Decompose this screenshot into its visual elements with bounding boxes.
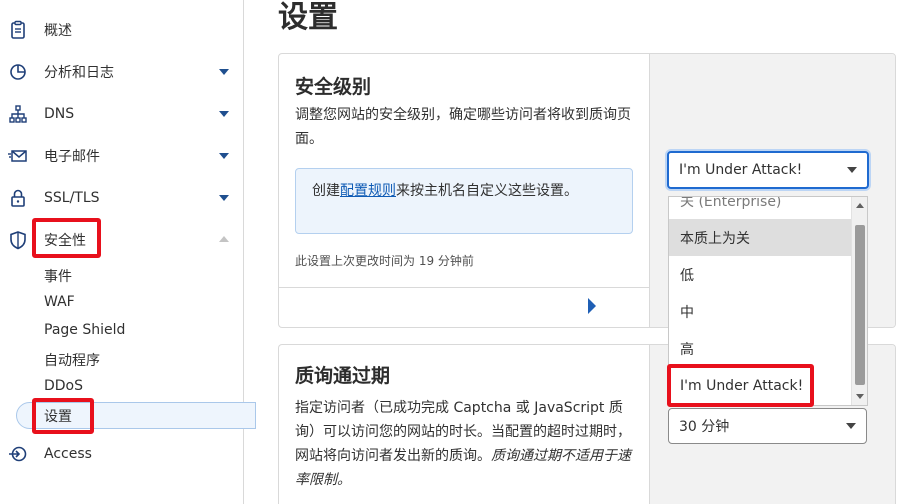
scroll-thumb[interactable] xyxy=(855,225,865,385)
chevron-right-icon[interactable] xyxy=(588,298,596,314)
selected-value: 30 分钟 xyxy=(679,419,730,435)
sidebar: 概述 分析和日志 DNS 电子邮件 SSL/TLS 安全性 事件 WAF Pag… xyxy=(0,0,256,504)
sidebar-item-email[interactable]: 电子邮件 xyxy=(0,136,243,176)
sidebar-item-label: 电子邮件 xyxy=(44,149,100,165)
chevron-down-icon[interactable] xyxy=(219,111,229,117)
sidebar-item-label: 分析和日志 xyxy=(44,65,114,81)
security-level-title: 安全级别 xyxy=(295,76,372,98)
chevron-down-icon xyxy=(847,167,857,173)
option-off-enterprise[interactable]: 关 (Enterprise) xyxy=(669,197,852,219)
challenge-passage-description: 指定访问者（已成功完成 Captcha 或 JavaScript 质询）可以访问… xyxy=(295,396,640,492)
challenge-passage-title: 质询通过期 xyxy=(295,365,391,387)
option-low[interactable]: 低 xyxy=(669,256,852,293)
sidebar-item-label: 概述 xyxy=(44,23,72,39)
shield-icon xyxy=(8,230,28,250)
clipboard-icon xyxy=(8,20,28,40)
option-essentially-off[interactable]: 本质上为关 xyxy=(669,219,852,256)
security-level-description: 调整您网站的安全级别，确定哪些访问者将收到质询页面。 xyxy=(295,107,631,147)
sidebar-subitem-page-shield[interactable]: Page Shield xyxy=(44,322,125,338)
config-rules-info-box: 创建配置规则来按主机名自定义这些设置。 xyxy=(295,168,633,234)
config-rules-link[interactable]: 配置规则 xyxy=(340,183,396,199)
email-icon xyxy=(8,146,28,166)
sidebar-item-ssl-tls[interactable]: SSL/TLS xyxy=(0,178,243,218)
highlight-box-under-attack xyxy=(667,364,814,407)
page-title: 设置 xyxy=(278,0,338,35)
card-footer-divider xyxy=(279,287,650,288)
sidebar-item-dns[interactable]: DNS xyxy=(0,94,243,134)
sidebar-item-label: DNS xyxy=(44,106,75,122)
scroll-up-icon[interactable] xyxy=(856,203,864,208)
option-medium[interactable]: 中 xyxy=(669,293,852,330)
pie-chart-icon xyxy=(8,62,28,82)
info-text: 创建 xyxy=(312,183,340,199)
sidebar-item-access[interactable]: Access xyxy=(0,434,243,474)
access-icon xyxy=(8,444,28,464)
chevron-up-icon[interactable] xyxy=(219,236,229,242)
sidebar-subitem-waf[interactable]: WAF xyxy=(44,294,75,310)
network-icon xyxy=(8,104,28,124)
security-level-select[interactable]: I'm Under Attack! xyxy=(667,151,869,189)
highlight-box-settings xyxy=(32,398,94,434)
sidebar-item-analytics[interactable]: 分析和日志 xyxy=(0,52,243,92)
sidebar-subitem-events[interactable]: 事件 xyxy=(44,266,72,286)
sidebar-item-overview[interactable]: 概述 xyxy=(0,10,243,50)
scroll-down-icon[interactable] xyxy=(856,394,864,399)
chevron-down-icon[interactable] xyxy=(219,195,229,201)
option-high[interactable]: 高 xyxy=(669,330,852,367)
chevron-down-icon xyxy=(846,423,856,429)
dropdown-scrollbar[interactable] xyxy=(851,197,867,405)
info-text: 来按主机名自定义这些设置。 xyxy=(396,183,578,199)
chevron-down-icon[interactable] xyxy=(219,69,229,75)
challenge-passage-select[interactable]: 30 分钟 xyxy=(668,408,867,444)
lock-icon xyxy=(8,188,28,208)
sidebar-item-label: SSL/TLS xyxy=(44,190,100,206)
highlight-box-security xyxy=(32,218,101,258)
chevron-down-icon[interactable] xyxy=(219,153,229,159)
sidebar-subitem-ddos[interactable]: DDoS xyxy=(44,378,83,394)
last-changed-text: 此设置上次更改时间为 19 分钟前 xyxy=(295,254,474,268)
sidebar-subitem-bots[interactable]: 自动程序 xyxy=(44,350,100,370)
selected-value: I'm Under Attack! xyxy=(679,162,803,178)
sidebar-item-label: Access xyxy=(44,446,92,462)
